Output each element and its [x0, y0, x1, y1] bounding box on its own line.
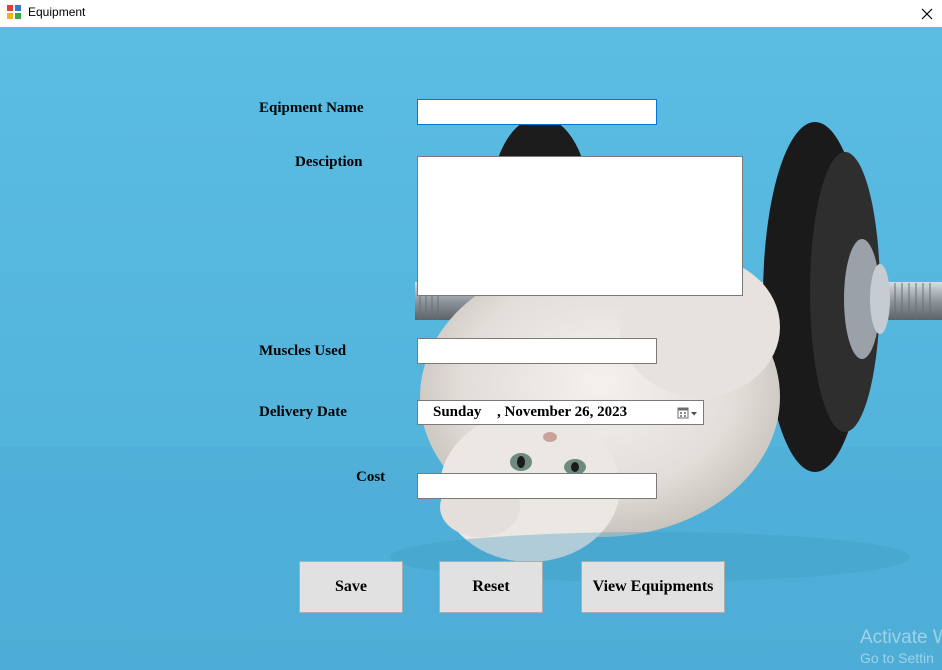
app-icon: [7, 5, 21, 19]
delivery-date-day: Sunday: [433, 404, 482, 420]
close-button[interactable]: [912, 0, 942, 27]
form-client-area: Eqipment Name Desciption Muscles Used De…: [0, 27, 942, 670]
title-bar: Equipment: [0, 0, 942, 27]
delivery-date-value: , November 26, 2023: [497, 404, 628, 420]
window-title: Equipment: [28, 5, 86, 19]
watermark-line2: Go to Settin: [860, 650, 934, 666]
description-textarea[interactable]: [417, 156, 743, 296]
equipment-name-input[interactable]: [417, 99, 657, 125]
delivery-date-picker[interactable]: Sunday , November 26, 2023: [417, 400, 704, 425]
cost-label: Cost: [356, 469, 386, 485]
calendar-dropdown-icon[interactable]: [677, 406, 699, 420]
cost-input[interactable]: [417, 473, 657, 499]
description-label: Desciption: [295, 154, 363, 170]
delivery-date-label: Delivery Date: [259, 404, 347, 420]
save-button[interactable]: Save: [299, 561, 403, 613]
equipment-name-label: Eqipment Name: [259, 100, 364, 116]
muscles-used-input[interactable]: [417, 338, 657, 364]
muscles-used-label: Muscles Used: [259, 343, 347, 359]
view-equipments-button[interactable]: View Equipments: [581, 561, 725, 613]
activation-watermark: Activate W Go to Settin: [860, 627, 942, 666]
reset-button[interactable]: Reset: [439, 561, 543, 613]
close-icon: [921, 8, 933, 19]
watermark-line1: Activate W: [860, 627, 942, 648]
